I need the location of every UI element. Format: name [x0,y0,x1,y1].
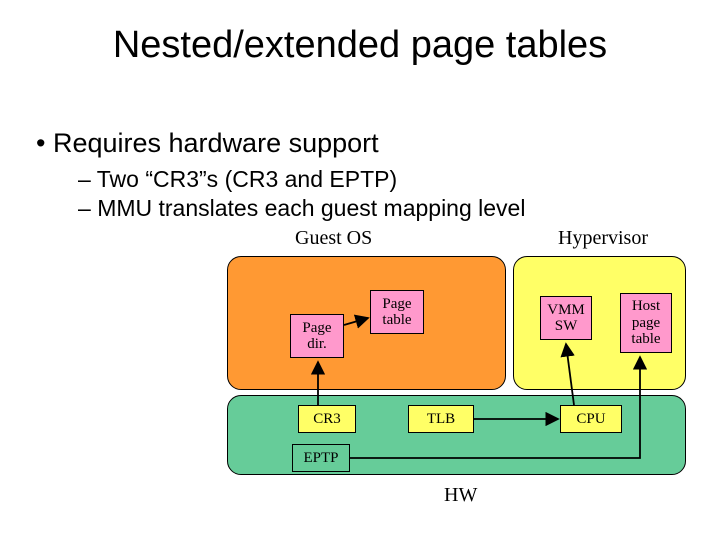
bullet-sub-2: MMU translates each guest mapping level [78,195,525,222]
bullet-sub-1: Two “CR3”s (CR3 and EPTP) [78,166,397,193]
bullet-main: Requires hardware support [36,128,379,159]
tlb-box: TLB [408,405,474,433]
hypervisor-label: Hypervisor [558,227,648,250]
guest-os-label: Guest OS [295,227,372,250]
hw-label: HW [444,484,477,507]
host-page-table-box: Host page table [620,293,672,353]
slide-title: Nested/extended page tables [0,24,720,67]
vmm-sw-box: VMM SW [540,296,592,340]
cr3-box: CR3 [298,405,356,433]
page-table-box: Page table [370,290,424,334]
guest-os-container [227,256,506,390]
eptp-box: EPTP [292,444,350,472]
page-dir-box: Page dir. [290,314,344,358]
cpu-box: CPU [560,405,622,433]
